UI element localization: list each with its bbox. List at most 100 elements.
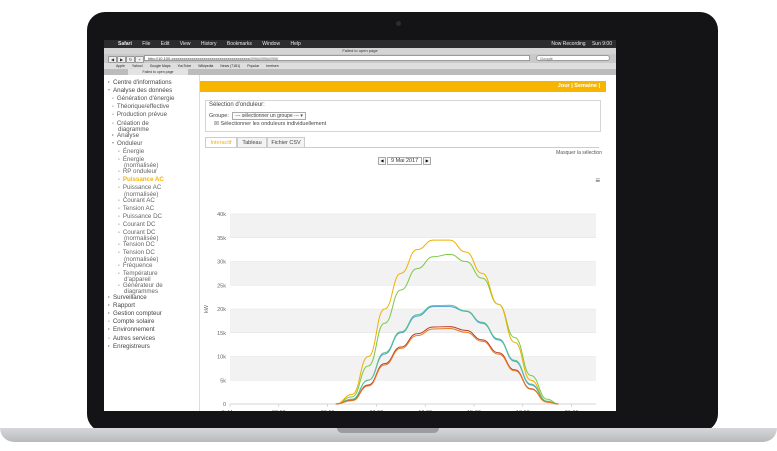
sidebar-item-label: Centre d'informations xyxy=(113,78,172,86)
clock[interactable]: Sun 9:00 xyxy=(592,41,612,47)
x-tick-label: 18:00 xyxy=(516,410,530,411)
chevron-right-icon: ▸ xyxy=(112,131,115,137)
sidebar-item[interactable]: ● Courant DC xyxy=(118,221,155,228)
sidebar-item-label: Fréquence xyxy=(122,261,153,269)
forward-button[interactable]: ▶ xyxy=(117,56,126,63)
bookmark-item[interactable]: Popular xyxy=(247,64,259,68)
grid-band xyxy=(230,309,596,333)
bullet-icon: ● xyxy=(118,262,120,267)
x-tick-label: 9. May xyxy=(222,410,239,411)
reload-button[interactable]: ↻ xyxy=(126,56,135,63)
sidebar-item[interactable]: ▸ Centre d'informations xyxy=(108,79,172,86)
sidebar-item[interactable]: ● Autres services xyxy=(108,335,155,342)
chevron-down-icon: ▾ xyxy=(112,139,115,145)
y-tick-label: 10k xyxy=(217,355,226,361)
bullet-icon: ● xyxy=(118,242,120,247)
bookmark-item[interactable]: YouTube xyxy=(177,64,191,68)
sidebar-item[interactable]: ▸ Rapport xyxy=(108,302,135,309)
sidebar-item-label: Autres services xyxy=(112,334,156,342)
menu-view[interactable]: View xyxy=(180,41,191,47)
menu-history[interactable]: History xyxy=(201,41,217,47)
sidebar-item[interactable]: ● Puissance DC xyxy=(118,213,162,220)
menubar-status: Now Recording Sun 9:00 xyxy=(546,40,612,48)
add-bookmark-button[interactable]: + xyxy=(135,56,144,63)
menu-edit[interactable]: Edit xyxy=(161,41,170,47)
sidebar-item-label: Compte solaire xyxy=(112,318,155,326)
x-tick-label: 12:00 xyxy=(418,410,432,411)
bullet-icon: ● xyxy=(118,250,120,255)
bookmark-item[interactable]: Google Maps xyxy=(150,64,171,68)
sidebar-item-label: Gestion compteur xyxy=(113,310,162,318)
power-chart: 0 5k 10k 15k 20k 25k 30k 35k 40k kW 9. May 03:00 06:… xyxy=(204,212,596,411)
screen: Safari File Edit View History Bookmarks … xyxy=(104,40,616,411)
sidebar-item-label: Analyse xyxy=(117,131,140,139)
bullet-icon: ● xyxy=(108,319,110,324)
sidebar-item-label: Puissance AC xyxy=(122,176,164,184)
grid-band xyxy=(230,356,596,381)
sidebar-item[interactable]: ▾ Onduleur xyxy=(112,140,142,147)
chevron-down-icon: ▾ xyxy=(108,87,111,93)
sidebar-item-label: Tension AC xyxy=(122,204,155,212)
sidebar-item-label: Analyse des données xyxy=(113,86,173,94)
sidebar-item-label: Rapport xyxy=(113,301,136,309)
bullet-icon: ● xyxy=(118,185,120,190)
sidebar-item[interactable]: ▸ Enregistreurs xyxy=(108,343,150,350)
bookmark-item[interactable]: Yahoo! xyxy=(132,64,143,68)
sidebar-item-label: Courant DC xyxy=(122,220,156,228)
bullet-icon: ● xyxy=(118,157,120,161)
search-field[interactable]: Google xyxy=(536,55,610,61)
bullet-icon: ● xyxy=(118,177,120,182)
sidebar-item[interactable]: ● Tension AC xyxy=(118,205,154,212)
sidebar-item[interactable]: ● Génération d'énergie xyxy=(112,95,174,102)
back-button[interactable]: ◀ xyxy=(108,56,117,63)
grid-band xyxy=(230,214,596,238)
sidebar-item-label: Surveillance xyxy=(113,293,147,301)
sidebar-item[interactable]: ● Énergie xyxy=(118,148,144,155)
sidebar-item[interactable]: ● Puissance AC xyxy=(118,176,164,183)
sidebar-item[interactable]: ▸ Environnement xyxy=(108,326,155,333)
laptop-notch xyxy=(337,428,439,433)
sidebar-item[interactable]: ▸ Analyse xyxy=(112,132,139,139)
sidebar-item[interactable]: ▸ Gestion compteur xyxy=(108,310,162,317)
sidebar-item[interactable]: ● Compte solaire xyxy=(108,318,154,325)
y-tick-label: 35k xyxy=(217,236,226,242)
x-tick-label: 15:00 xyxy=(467,410,481,411)
bullet-icon: ● xyxy=(112,120,114,125)
sidebar-item-label: Production prévue xyxy=(116,111,168,119)
bullet-icon: ● xyxy=(112,104,114,109)
sidebar-item[interactable]: ▸ Surveillance xyxy=(108,294,147,301)
sidebar-item[interactable]: ● Tension DC xyxy=(118,241,155,248)
menu-help[interactable]: Help xyxy=(290,41,300,47)
menu-file[interactable]: File xyxy=(142,41,150,47)
sidebar-item[interactable]: ● Fréquence xyxy=(118,262,152,269)
bookmark-item[interactable]: Wikipedia xyxy=(198,64,213,68)
menu-bookmarks[interactable]: Bookmarks xyxy=(227,41,252,47)
sidebar-item-label: Enregistreurs xyxy=(113,342,150,350)
bookmark-item[interactable]: News (7181) xyxy=(220,64,240,68)
sidebar-item-label: Environnement xyxy=(113,326,155,334)
menu-window[interactable]: Window xyxy=(262,41,280,47)
x-tick-label: 06:00 xyxy=(321,410,335,411)
period-links[interactable]: Jour | Semaine | xyxy=(558,81,600,92)
sidebar-item[interactable]: ● Courant AC xyxy=(118,197,155,204)
y-tick-label: 40k xyxy=(217,212,226,218)
bullet-icon: ● xyxy=(118,230,120,234)
bullet-icon: ● xyxy=(118,197,120,202)
x-tick-label: 03:00 xyxy=(272,410,286,411)
bullet-icon: ● xyxy=(112,112,114,117)
main-panel: Sélection d'onduleur: Groupe: --- sélect… xyxy=(200,92,606,411)
y-axis-label: kW xyxy=(204,304,210,313)
sidebar-item[interactable]: ● Production prévue xyxy=(112,111,168,119)
sidebar-item[interactable]: ● RP onduleur xyxy=(118,168,157,175)
menu-safari[interactable]: Safari xyxy=(118,41,132,47)
sidebar-item[interactable]: ● Théorique/effective xyxy=(112,103,169,110)
bookmark-item[interactable]: Apple xyxy=(116,64,125,68)
sidebar-item[interactable]: ▾ Analyse des données xyxy=(108,87,172,94)
sidebar-item-label: RP onduleur xyxy=(122,168,158,176)
recording-indicator[interactable]: Now Recording xyxy=(551,41,585,47)
address-bar[interactable]: http://10.100.xxxxxxxxxxxxxxxxxxxxxxxxxx… xyxy=(144,55,530,61)
bullet-icon: ● xyxy=(118,169,120,174)
bookmark-item[interactable]: Inreisen xyxy=(266,64,278,68)
x-tick-label: 09:00 xyxy=(370,410,384,411)
bullet-icon: ● xyxy=(108,335,110,340)
